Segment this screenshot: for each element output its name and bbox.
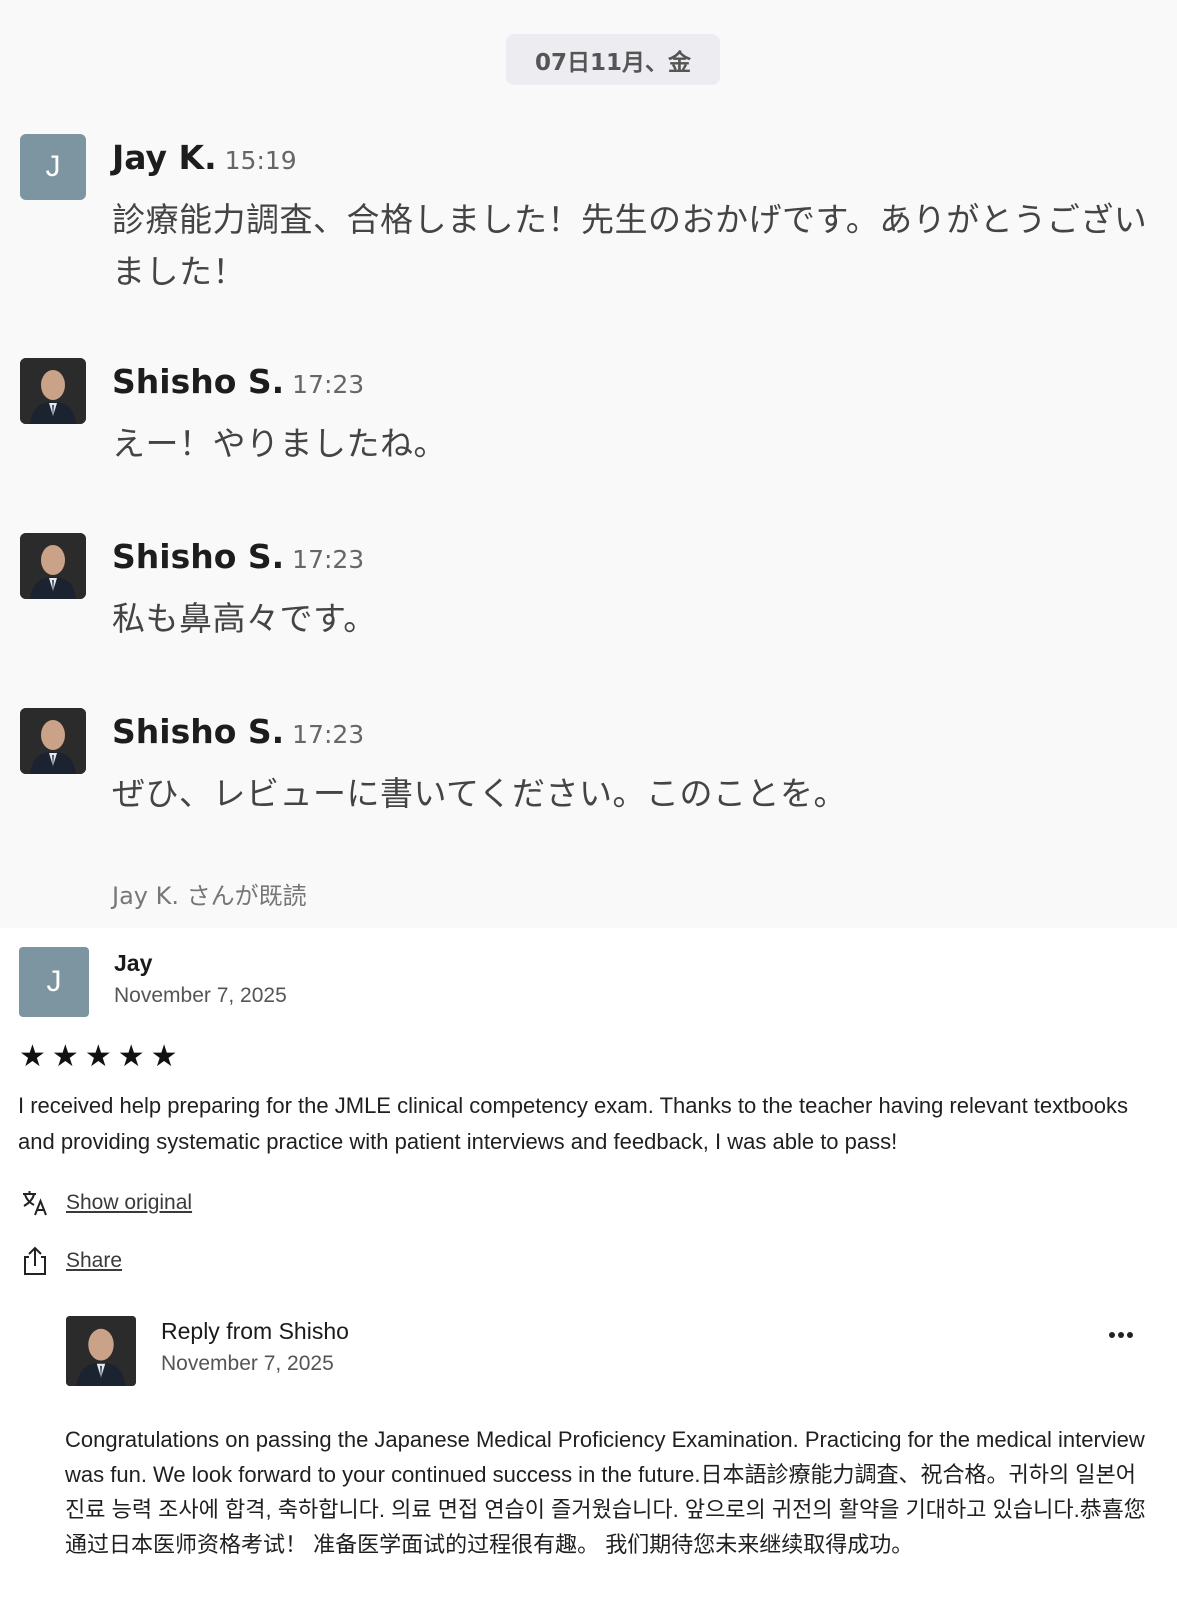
avatar-photo-image [20, 358, 86, 424]
reply-text: Congratulations on passing the Japanese … [65, 1427, 1146, 1557]
star-rating: ★ ★ ★ ★ ★ [19, 1040, 178, 1074]
message-header: Shisho S. 17:23 [112, 537, 364, 576]
share-link[interactable]: Share [66, 1249, 122, 1273]
message-time: 15:19 [224, 146, 297, 175]
avatar[interactable]: J [20, 134, 86, 200]
avatar[interactable] [20, 533, 86, 599]
message-text: えー！やりましたね。 [112, 424, 447, 463]
reviewer-avatar[interactable]: J [19, 947, 89, 1017]
avatar-photo-image [20, 533, 86, 599]
reply-date: November 7, 2025 [161, 1352, 334, 1375]
message-author[interactable]: Shisho S. [112, 712, 284, 751]
message-author[interactable]: Shisho S. [112, 362, 284, 401]
star-icon: ★ [19, 1039, 46, 1074]
message-time: 17:23 [292, 720, 365, 749]
avatar[interactable] [20, 358, 86, 424]
message-author[interactable]: Jay K. [112, 138, 217, 177]
more-dots-icon [1118, 1332, 1124, 1338]
avatar-photo-image [20, 708, 86, 774]
chat-panel: 07日11月、金 J Jay K. 15:19 診療能力調査、合格しました！先生の… [0, 0, 1177, 928]
share-button[interactable]: Share [20, 1246, 122, 1276]
message-time: 17:23 [292, 370, 365, 399]
message-text: 私も鼻高々です。 [112, 599, 377, 638]
show-original-button[interactable]: Show original [20, 1188, 192, 1218]
more-dots-icon [1109, 1332, 1115, 1338]
review-text: I received help preparing for the JMLE c… [18, 1093, 1128, 1154]
owner-avatar[interactable] [66, 1316, 136, 1386]
star-icon: ★ [51, 1039, 79, 1074]
reply-title: Reply from Shisho [161, 1318, 349, 1344]
message-author[interactable]: Shisho S. [112, 537, 284, 576]
message-text: ぜひ、レビューに書いてください。このことを。 [112, 774, 848, 813]
message-header: Shisho S. 17:23 [112, 712, 364, 751]
message-text: 診療能力調査、合格しました！先生のおかげです。ありがとうございました！ [112, 200, 1148, 291]
more-dots-icon [1127, 1332, 1133, 1338]
show-original-link[interactable]: Show original [66, 1191, 192, 1215]
message-header: Shisho S. 17:23 [112, 362, 364, 401]
more-options-button[interactable] [1104, 1320, 1138, 1350]
review-date: November 7, 2025 [114, 984, 287, 1007]
share-icon [20, 1246, 50, 1276]
star-icon: ★ [150, 1039, 178, 1074]
message-header: Jay K. 15:19 [112, 138, 297, 177]
star-icon: ★ [84, 1039, 112, 1074]
message-time: 17:23 [292, 545, 365, 574]
date-divider: 07日11月、金 [506, 34, 720, 85]
avatar[interactable] [20, 708, 86, 774]
reviewer-name[interactable]: Jay [114, 950, 152, 977]
star-icon: ★ [117, 1039, 145, 1074]
read-receipt: Jay K. さんが既読 [112, 882, 307, 910]
owner-avatar-image [66, 1316, 136, 1386]
translate-icon [20, 1188, 50, 1218]
